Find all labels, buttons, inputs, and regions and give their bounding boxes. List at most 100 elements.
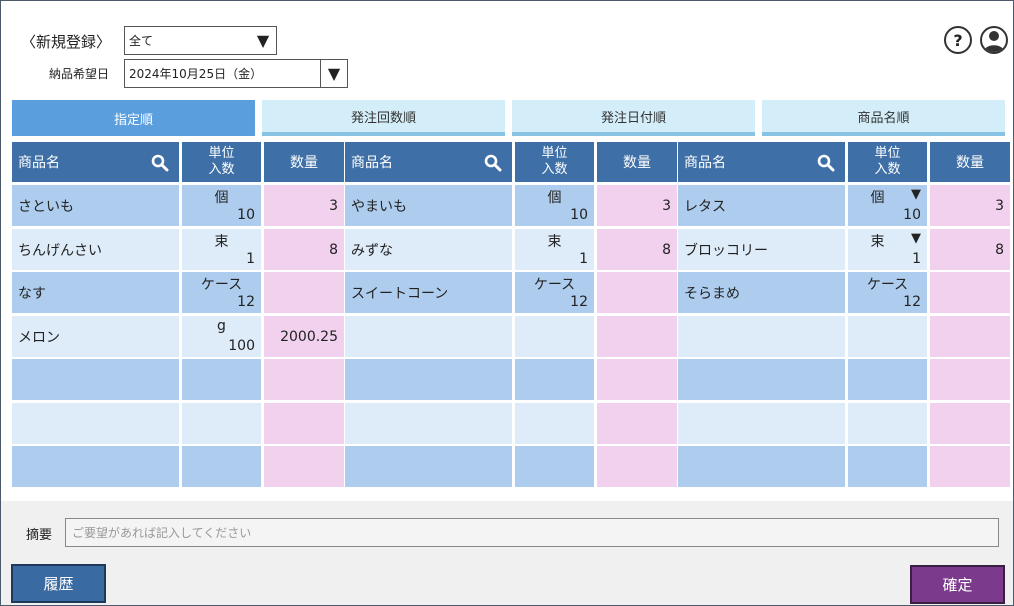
quantity-input[interactable]: 8 — [597, 229, 677, 270]
quantity-input[interactable] — [264, 403, 344, 444]
product-name-cell[interactable]: さといも — [12, 185, 179, 226]
unit-label: ケース — [866, 277, 909, 293]
product-name-cell[interactable]: そらまめ — [678, 272, 845, 313]
chevron-down-icon: ▼ — [320, 60, 347, 87]
quantity-input[interactable] — [930, 403, 1010, 444]
unit-label: 個 — [870, 190, 885, 206]
unit-cell: 束1 — [515, 229, 594, 270]
product-name: みずな — [351, 242, 393, 259]
unit-label: g — [217, 318, 226, 334]
help-button[interactable]: ? — [944, 26, 972, 54]
user-icon — [984, 31, 1004, 52]
product-name-cell[interactable]: みずな — [345, 229, 512, 270]
quantity-input[interactable] — [597, 359, 677, 400]
quantity-input[interactable] — [597, 272, 677, 313]
quantity-value: 3 — [995, 197, 1004, 214]
filter-select[interactable]: 全て ▼ — [124, 26, 277, 55]
unit-quantity: 100 — [228, 338, 255, 354]
tab-1[interactable]: 指定順 — [12, 100, 255, 136]
unit-quantity: 1 — [579, 251, 588, 267]
history-button[interactable]: 履歴 — [11, 564, 106, 603]
help-icon: ? — [953, 30, 963, 50]
product-name-cell[interactable]: やまいも — [345, 185, 512, 226]
product-name-cell[interactable]: なす — [12, 272, 179, 313]
column-header-unit-line2: 入数 — [208, 162, 235, 177]
unit-quantity: 10 — [237, 207, 255, 223]
quantity-input[interactable]: 3 — [264, 185, 344, 226]
quantity-input[interactable] — [930, 446, 1010, 487]
quantity-value: 2000.25 — [280, 328, 338, 345]
unit-quantity: 1 — [246, 251, 255, 267]
column-header-name-label: 商品名 — [351, 155, 393, 171]
delivery-date-select[interactable]: 2024年10月25日（金） ▼ — [124, 59, 348, 88]
delivery-date-value: 2024年10月25日（金） — [129, 67, 263, 81]
unit-cell[interactable]: 束 ▼ 1 — [848, 229, 927, 270]
user-account-button[interactable] — [980, 26, 1008, 54]
tab-4[interactable]: 商品名順 — [762, 100, 1005, 136]
product-name-cell — [678, 359, 845, 400]
quantity-input[interactable] — [597, 316, 677, 357]
product-name-cell — [12, 403, 179, 444]
column-header-name: 商品名 — [678, 142, 845, 182]
quantity-input[interactable] — [930, 316, 1010, 357]
column-header-unit-line1: 単位 — [208, 146, 235, 161]
unit-cell: ケース 12 — [515, 272, 594, 313]
unit-quantity: 12 — [903, 294, 921, 310]
unit-cell — [182, 359, 261, 400]
product-name-cell[interactable]: ちんげんさい — [12, 229, 179, 270]
quantity-input[interactable] — [930, 272, 1010, 313]
product-name-cell — [345, 359, 512, 400]
chevron-down-icon[interactable]: ▼ — [911, 231, 921, 246]
chevron-down-icon[interactable]: ▼ — [911, 187, 921, 202]
product-name-cell[interactable]: メロン — [12, 316, 179, 357]
unit-cell — [848, 446, 927, 487]
product-name-cell[interactable]: ブロッコリー — [678, 229, 845, 270]
quantity-input[interactable] — [597, 446, 677, 487]
new-register-link[interactable]: 〈新規登録〉 — [21, 31, 111, 52]
column-header-unit: 単位 入数 — [515, 142, 594, 182]
quantity-input[interactable]: 3 — [930, 185, 1010, 226]
product-name-cell[interactable]: レタス — [678, 185, 845, 226]
memo-label: 摘要 — [26, 528, 53, 543]
quantity-input[interactable] — [930, 359, 1010, 400]
quantity-input[interactable]: 8 — [264, 229, 344, 270]
quantity-input[interactable]: 2000.25 — [264, 316, 344, 357]
product-name: メロン — [18, 329, 60, 346]
unit-quantity: 10 — [570, 207, 588, 223]
tab-3[interactable]: 発注日付順 — [512, 100, 755, 136]
unit-cell — [182, 403, 261, 444]
quantity-input[interactable] — [597, 403, 677, 444]
unit-quantity: 10 — [903, 207, 921, 223]
column-header-name-label: 商品名 — [684, 155, 726, 171]
search-icon[interactable] — [817, 154, 835, 172]
product-name: やまいも — [351, 198, 407, 215]
unit-cell[interactable]: 個 ▼ 10 — [848, 185, 927, 226]
tab-2[interactable]: 発注回数順 — [262, 100, 505, 136]
delivery-date-label: 納品希望日 — [49, 67, 110, 81]
quantity-value: 3 — [329, 197, 338, 214]
product-name: ちんげんさい — [18, 242, 102, 259]
footer-panel — [1, 501, 1013, 605]
column-header-unit-line2: 入数 — [541, 162, 568, 177]
unit-quantity: 12 — [237, 294, 255, 310]
product-name-cell — [12, 446, 179, 487]
search-icon[interactable] — [151, 154, 169, 172]
quantity-value: 8 — [329, 241, 338, 258]
unit-cell: ケース 12 — [182, 272, 261, 313]
search-icon[interactable] — [484, 154, 502, 172]
quantity-input[interactable] — [264, 359, 344, 400]
column-header-qty: 数量 — [597, 142, 677, 182]
quantity-value: 8 — [995, 241, 1004, 258]
column-header-name: 商品名 — [345, 142, 512, 182]
product-name-cell — [345, 446, 512, 487]
quantity-input[interactable] — [264, 272, 344, 313]
product-name-cell[interactable]: スイートコーン — [345, 272, 512, 313]
memo-input[interactable]: ご要望があれば記入してください — [65, 518, 999, 547]
column-header-qty: 数量 — [930, 142, 1010, 182]
confirm-button[interactable]: 確定 — [910, 565, 1005, 604]
quantity-input[interactable] — [264, 446, 344, 487]
product-name-cell — [678, 446, 845, 487]
quantity-input[interactable]: 8 — [930, 229, 1010, 270]
column-header-qty-label: 数量 — [956, 155, 984, 171]
quantity-input[interactable]: 3 — [597, 185, 677, 226]
